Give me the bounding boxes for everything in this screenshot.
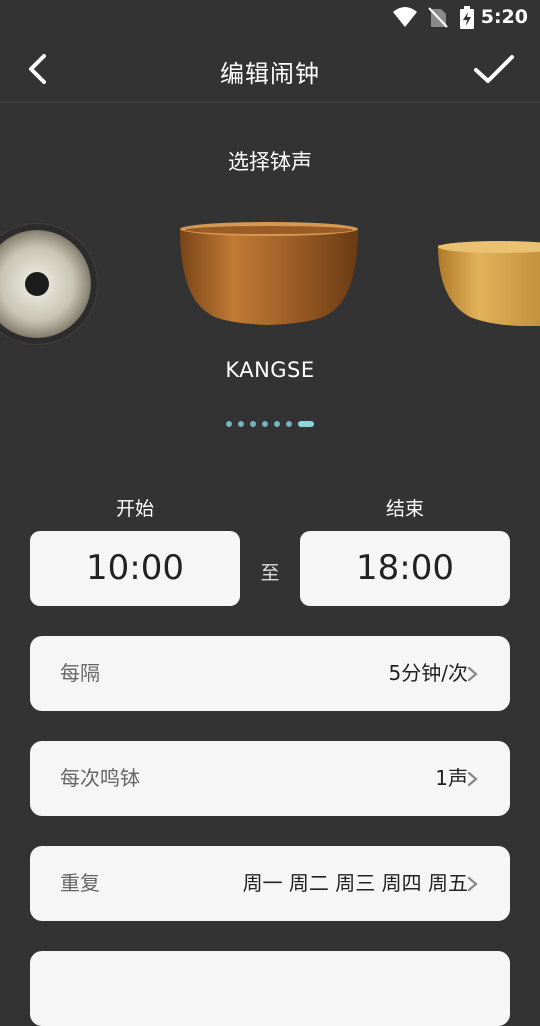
- next-row-partial[interactable]: [30, 951, 510, 1026]
- page-dot[interactable]: [238, 421, 244, 427]
- interval-label: 每隔: [60, 661, 100, 685]
- start-time-field[interactable]: 10:00: [30, 531, 240, 606]
- repeat-row[interactable]: 重复 周一 周二 周三 周四 周五: [30, 846, 510, 921]
- start-label: 开始: [115, 498, 154, 520]
- status-bar: 5:20: [0, 0, 540, 36]
- end-time-field[interactable]: 18:00: [300, 531, 510, 606]
- checkmark-icon: [474, 55, 514, 83]
- page-dot[interactable]: [250, 421, 256, 427]
- ring-count-value: 1声: [435, 766, 468, 790]
- app-bar: 编辑闹钟: [0, 36, 540, 103]
- repeat-value: 周一 周二 周三 周四 周五: [242, 871, 468, 895]
- chevron-right-icon: [467, 876, 478, 892]
- bowl-carousel[interactable]: [0, 205, 540, 345]
- wifi-icon: [393, 7, 417, 27]
- bowl-option-golden[interactable]: [438, 241, 540, 326]
- chevron-right-icon: [467, 666, 478, 682]
- page-dot[interactable]: [286, 421, 292, 427]
- ring-count-row[interactable]: 每次鸣钵 1声: [30, 741, 510, 816]
- ring-count-label: 每次鸣钵: [60, 766, 140, 790]
- page-dot[interactable]: [226, 421, 232, 427]
- picker-title: 选择钵声: [228, 150, 312, 174]
- no-sim-icon: [428, 7, 448, 28]
- bowl-option-kangse[interactable]: [180, 222, 358, 325]
- end-label: 结束: [385, 498, 424, 520]
- page-title: 编辑闹钟: [220, 60, 320, 88]
- selected-bowl-name: KANGSE: [225, 358, 315, 382]
- interval-row[interactable]: 每隔 5分钟/次: [30, 636, 510, 711]
- repeat-label: 重复: [60, 871, 100, 895]
- bowl-option-gong[interactable]: [0, 223, 98, 345]
- chevron-right-icon: [467, 771, 478, 787]
- page-dot[interactable]: [274, 421, 280, 427]
- save-button[interactable]: [472, 50, 518, 90]
- page-dot[interactable]: [262, 421, 268, 427]
- page-indicator: [0, 421, 540, 427]
- battery-charging-icon: [460, 6, 474, 29]
- status-time: 5:20: [480, 6, 528, 28]
- interval-value: 5分钟/次: [388, 661, 468, 685]
- to-label: 至: [260, 562, 280, 584]
- page-dot-active[interactable]: [298, 421, 314, 427]
